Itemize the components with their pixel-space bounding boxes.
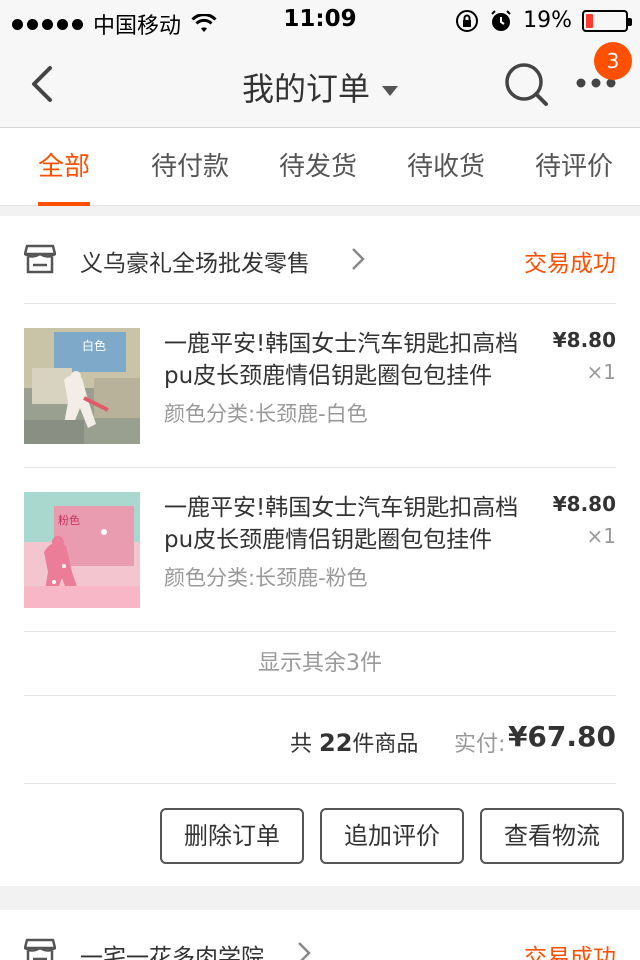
tab-label: 待发货 <box>279 152 358 182</box>
shop-row[interactable]: 义乌豪礼全场批发零售 交易成功 <box>24 216 616 304</box>
order-total-row: 共 22件商品 实付: ¥67.80 <box>24 696 616 784</box>
order-card: 义乌豪礼全场批发零售 交易成功 白色 一鹿平安!韩国女士汽车钥匙扣高档 pu皮长… <box>0 216 640 886</box>
lock-rotation-icon <box>456 9 479 32</box>
shop-icon <box>24 244 56 274</box>
status-right: 19% <box>455 8 632 33</box>
order-status: 交易成功 <box>524 251 616 277</box>
order-item[interactable]: 白色 一鹿平安!韩国女士汽车钥匙扣高档 pu皮长颈鹿情侣钥匙圈包包挂件 颜色分类… <box>24 304 616 468</box>
product-price: ¥8.80 <box>552 492 616 516</box>
tab-label: 待收货 <box>407 152 486 182</box>
total-count-number: 22 <box>319 729 353 757</box>
message-badge: 3 <box>594 42 632 80</box>
tab-underline <box>38 202 91 206</box>
product-title-line: 一鹿平安!韩国女士汽车钥匙扣高档 <box>164 495 519 521</box>
product-price: ¥8.80 <box>552 328 616 352</box>
status-bar: 中国移动 11:09 19% <box>0 0 640 40</box>
order-actions: 删除订单 追加评价 查看物流 <box>0 784 640 884</box>
delete-order-button[interactable]: 删除订单 <box>160 808 304 864</box>
tab-label: 待评价 <box>535 152 614 182</box>
product-quantity: ×1 <box>586 524 616 548</box>
view-logistics-button[interactable]: 查看物流 <box>480 808 624 864</box>
chevron-down-icon <box>382 86 398 96</box>
product-quantity: ×1 <box>586 360 616 384</box>
shop-name[interactable]: 一宅一花多肉学院 <box>80 938 264 960</box>
search-icon[interactable] <box>502 60 552 110</box>
thumbnail-label: 粉色 <box>58 513 80 527</box>
product-thumbnail: 粉色 <box>24 492 140 608</box>
paid-amount: ¥67.80 <box>507 720 616 753</box>
product-thumbnail: 白色 <box>24 328 140 444</box>
product-title-line: pu皮长颈鹿情侣钥匙圈包包挂件 <box>164 363 493 389</box>
thumbnail-label: 白色 <box>82 338 106 353</box>
battery-percent: 19% <box>523 8 572 33</box>
product-title-line: pu皮长颈鹿情侣钥匙圈包包挂件 <box>164 527 493 553</box>
tab-label: 待付款 <box>151 152 230 182</box>
shop-row[interactable]: 一宅一花多肉学院 交易成功 <box>24 910 616 960</box>
page-title-text: 我的订单 <box>241 70 370 108</box>
tab-label: 全部 <box>38 152 91 182</box>
battery-level <box>586 13 594 28</box>
paid-label: 实付: <box>454 732 506 757</box>
nav-bar: 我的订单 <box>0 40 640 128</box>
shop-name[interactable]: 义乌豪礼全场批发零售 <box>80 244 310 278</box>
product-title: 一鹿平安!韩国女士汽车钥匙扣高档 pu皮长颈鹿情侣钥匙圈包包挂件 <box>164 328 534 392</box>
order-card: 一宅一花多肉学院 交易成功 <box>0 910 640 960</box>
chevron-right-icon <box>352 248 365 270</box>
shop-icon <box>24 938 56 960</box>
tab-pending-payment[interactable]: 待付款 <box>151 146 229 206</box>
tab-pending-review[interactable]: 待评价 <box>535 146 613 206</box>
total-item-count: 共 22件商品 <box>290 726 418 758</box>
battery-icon <box>582 9 632 32</box>
chevron-right-icon <box>298 942 311 960</box>
product-sku: 颜色分类:长颈鹿-白色 <box>164 402 368 426</box>
show-more-items[interactable]: 显示其余3件 <box>24 632 616 696</box>
order-status: 交易成功 <box>524 945 616 960</box>
total-suffix: 件商品 <box>352 732 419 757</box>
total-prefix: 共 <box>290 732 313 757</box>
product-sku: 颜色分类:长颈鹿-粉色 <box>164 566 368 590</box>
tab-pending-receipt[interactable]: 待收货 <box>407 146 485 206</box>
product-title-line: 一鹿平安!韩国女士汽车钥匙扣高档 <box>164 331 519 357</box>
tab-all[interactable]: 全部 <box>38 146 91 206</box>
product-title: 一鹿平安!韩国女士汽车钥匙扣高档 pu皮长颈鹿情侣钥匙圈包包挂件 <box>164 492 534 556</box>
order-tabs: 全部 待付款 待发货 待收货 待评价 <box>0 128 640 206</box>
order-item[interactable]: 粉色 一鹿平安!韩国女士汽车钥匙扣高档 pu皮长颈鹿情侣钥匙圈包包挂件 颜色分类… <box>24 468 616 632</box>
tab-pending-shipment[interactable]: 待发货 <box>279 146 357 206</box>
alarm-icon <box>491 9 511 31</box>
add-review-button[interactable]: 追加评价 <box>320 808 464 864</box>
